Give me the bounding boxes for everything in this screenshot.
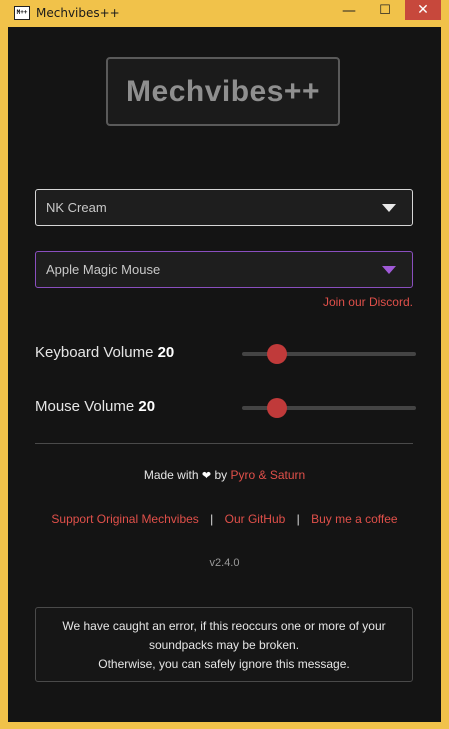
mouse-volume-slider[interactable] bbox=[242, 396, 416, 420]
support-original-link[interactable]: Support Original Mechvibes bbox=[51, 512, 198, 526]
footer-links: Support Original Mechvibes | Our GitHub … bbox=[8, 512, 441, 526]
mouse-pack-select[interactable]: Apple Magic Mouse bbox=[35, 251, 413, 288]
mouse-volume-text: Mouse Volume bbox=[35, 398, 135, 415]
keyboard-pack-value: NK Cream bbox=[46, 200, 107, 215]
mouse-pack-value: Apple Magic Mouse bbox=[46, 262, 161, 277]
app-content: Mechvibes++ NK Cream Apple Magic Mouse J… bbox=[8, 27, 441, 722]
mouse-volume-row: Mouse Volume 20 bbox=[35, 396, 420, 420]
keyboard-volume-row: Keyboard Volume 20 bbox=[35, 342, 420, 366]
version-label: v2.4.0 bbox=[209, 557, 240, 569]
title-bar[interactable]: M++ Mechvibes++ — ☐ ✕ bbox=[0, 0, 449, 27]
close-button[interactable]: ✕ bbox=[405, 0, 441, 20]
by-text: by bbox=[214, 468, 228, 482]
chevron-down-icon bbox=[382, 204, 396, 212]
slider-thumb[interactable] bbox=[266, 398, 287, 418]
error-line: Otherwise, you can safely ignore this me… bbox=[98, 657, 350, 671]
discord-link[interactable]: Join our Discord. bbox=[323, 295, 413, 309]
app-icon: M++ bbox=[14, 6, 30, 20]
made-with-text: Made with bbox=[143, 468, 199, 482]
error-line: soundpacks may be broken. bbox=[148, 638, 300, 652]
github-link[interactable]: Our GitHub bbox=[225, 512, 286, 526]
buy-coffee-link[interactable]: Buy me a coffee bbox=[311, 512, 398, 526]
keyboard-volume-value: 20 bbox=[157, 344, 175, 361]
chevron-down-icon bbox=[382, 266, 396, 274]
divider bbox=[35, 443, 413, 444]
mouse-volume-value: 20 bbox=[138, 398, 156, 415]
slider-thumb[interactable] bbox=[266, 344, 287, 364]
minimize-button[interactable]: — bbox=[334, 0, 364, 22]
maximize-button[interactable]: ☐ bbox=[370, 0, 400, 22]
window-title: Mechvibes++ bbox=[36, 6, 120, 20]
mouse-volume-label: Mouse Volume 20 bbox=[35, 398, 155, 415]
authors-link[interactable]: Pyro & Saturn bbox=[230, 468, 305, 482]
separator: | bbox=[210, 512, 214, 526]
keyboard-volume-label: Keyboard Volume 20 bbox=[35, 344, 174, 361]
keyboard-volume-text: Keyboard Volume bbox=[35, 344, 154, 361]
heart-icon: ❤ bbox=[201, 470, 212, 482]
error-line: We have caught an error, if this reoccur… bbox=[62, 619, 386, 633]
made-with-credit: Made with ❤ by Pyro & Saturn bbox=[8, 468, 441, 482]
keyboard-pack-select[interactable]: NK Cream bbox=[35, 189, 413, 226]
error-message-box: We have caught an error, if this reoccur… bbox=[35, 607, 413, 682]
app-logo: Mechvibes++ bbox=[106, 57, 340, 126]
keyboard-volume-slider[interactable] bbox=[242, 342, 416, 366]
separator: | bbox=[296, 512, 300, 526]
